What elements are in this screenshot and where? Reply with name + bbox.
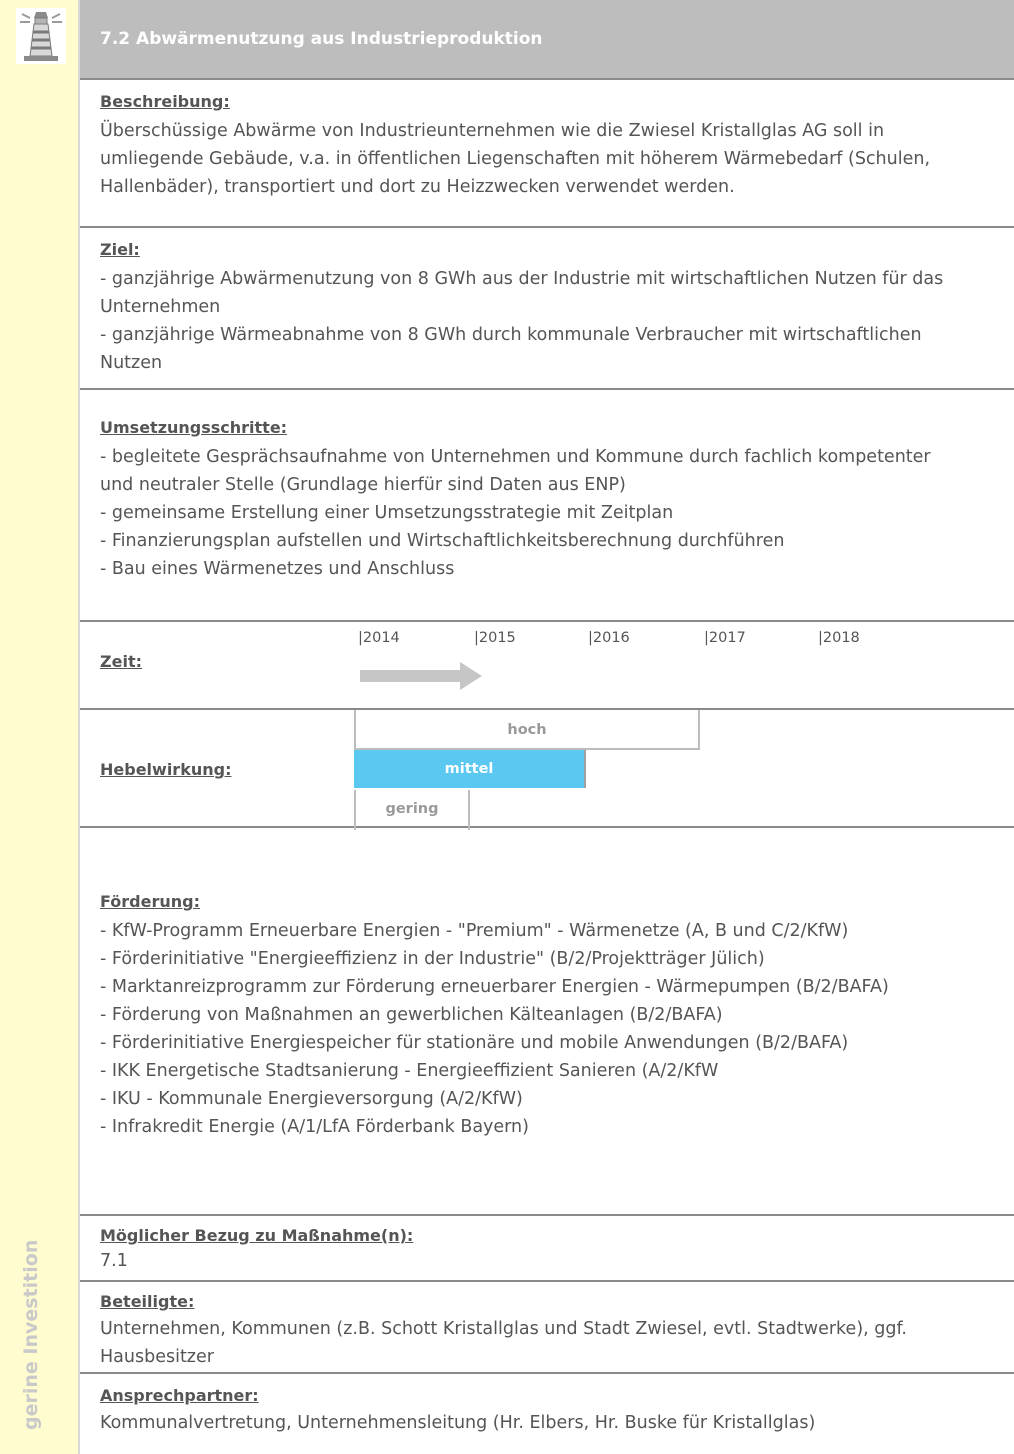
umsetzung-heading: Umsetzungsschritte:	[100, 418, 288, 437]
umsetzung-line: - Bau eines Wärmenetzes und Anschluss	[100, 559, 455, 579]
umsetzung-line: - gemeinsame Erstellung einer Umsetzungs…	[100, 503, 674, 523]
beschreibung-line: umliegende Gebäude, v.a. in öffentlichen…	[100, 149, 931, 169]
level-bar-gering: gering	[354, 790, 470, 830]
section-header: 7.2 Abwärmenutzung aus Industrieprodukti…	[80, 0, 1014, 80]
hebel-heading: Hebelwirkung:	[100, 760, 232, 779]
beteiligte-line: Unternehmen, Kommunen (z.B. Schott Krist…	[100, 1319, 907, 1339]
sidebar: gerine Investition	[0, 0, 80, 1454]
timeline-arrow-icon	[360, 662, 482, 690]
umsetzung-line: und neutraler Stelle (Grundlage hierfür …	[100, 475, 626, 495]
beteiligte-line: Hausbesitzer	[100, 1347, 214, 1367]
beschreibung-heading: Beschreibung:	[100, 92, 230, 111]
foerderung-section: Förderung: - KfW-Programm Erneuerbare En…	[80, 828, 1014, 1216]
ansprech-section: Ansprechpartner: Kommunalvertretung, Unt…	[80, 1374, 1014, 1454]
sidebar-category-text: gerine Investition	[20, 1239, 42, 1430]
foerderung-line: - Förderinitiative Energiespeicher für s…	[100, 1033, 849, 1053]
foerderung-line: - Infrakredit Energie (A/1/LfA Förderban…	[100, 1117, 529, 1137]
year-label: |2018	[818, 630, 860, 646]
ansprech-heading: Ansprechpartner:	[100, 1386, 259, 1405]
foerderung-line: - Förderung von Maßnahmen an gewerbliche…	[100, 1005, 723, 1025]
beschreibung-line: Hallenbäder), transportiert und dort zu …	[100, 177, 735, 197]
lighthouse-icon	[16, 8, 66, 64]
ziel-heading: Ziel:	[100, 240, 140, 259]
ziel-line: Unternehmen	[100, 297, 221, 317]
ansprech-value: Kommunalvertretung, Unternehmensleitung …	[100, 1413, 816, 1433]
ziel-line: - ganzjährige Abwärmenutzung von 8 GWh a…	[100, 269, 944, 289]
year-label: |2016	[588, 630, 630, 646]
foerderung-line: - KfW-Programm Erneuerbare Energien - "P…	[100, 921, 849, 941]
bezug-heading: Möglicher Bezug zu Maßnahme(n):	[100, 1226, 414, 1245]
beschreibung-section: Beschreibung: Überschüssige Abwärme von …	[80, 80, 1014, 228]
foerderung-line: - Marktanreizprogramm zur Förderung erne…	[100, 977, 889, 997]
hebel-section: Hebelwirkung: hoch mittel gering	[80, 710, 1014, 830]
bezug-section: Möglicher Bezug zu Maßnahme(n): 7.1	[80, 1216, 1014, 1282]
beteiligte-heading: Beteiligte:	[100, 1292, 195, 1311]
beteiligte-section: Beteiligte: Unternehmen, Kommunen (z.B. …	[80, 1282, 1014, 1374]
year-label: |2015	[474, 630, 516, 646]
ziel-line: - ganzjährige Wärmeabnahme von 8 GWh dur…	[100, 325, 922, 345]
bezug-value: 7.1	[100, 1251, 128, 1271]
foerderung-heading: Förderung:	[100, 892, 200, 911]
year-label: |2017	[704, 630, 746, 646]
foerderung-line: - IKK Energetische Stadtsanierung - Ener…	[100, 1061, 719, 1081]
zeit-section: Zeit: |2014 |2015 |2016 |2017 |2018	[80, 622, 1014, 710]
umsetzung-section: Umsetzungsschritte: - begleitete Gespräc…	[80, 390, 1014, 622]
ziel-section: Ziel: - ganzjährige Abwärmenutzung von 8…	[80, 228, 1014, 390]
level-bar-mittel: mittel	[354, 750, 586, 788]
level-bar-hoch: hoch	[354, 710, 700, 750]
year-label: |2014	[358, 630, 400, 646]
foerderung-line: - IKU - Kommunale Energieversorgung (A/2…	[100, 1089, 523, 1109]
umsetzung-line: - begleitete Gesprächsaufnahme von Unter…	[100, 447, 931, 467]
zeit-heading: Zeit:	[100, 652, 142, 671]
page-title: 7.2 Abwärmenutzung aus Industrieprodukti…	[100, 29, 543, 49]
foerderung-line: - Förderinitiative "Energieeffizienz in …	[100, 949, 765, 969]
beschreibung-line: Überschüssige Abwärme von Industrieunter…	[100, 121, 885, 141]
umsetzung-line: - Finanzierungsplan aufstellen und Wirts…	[100, 531, 785, 551]
ziel-line: Nutzen	[100, 353, 163, 373]
